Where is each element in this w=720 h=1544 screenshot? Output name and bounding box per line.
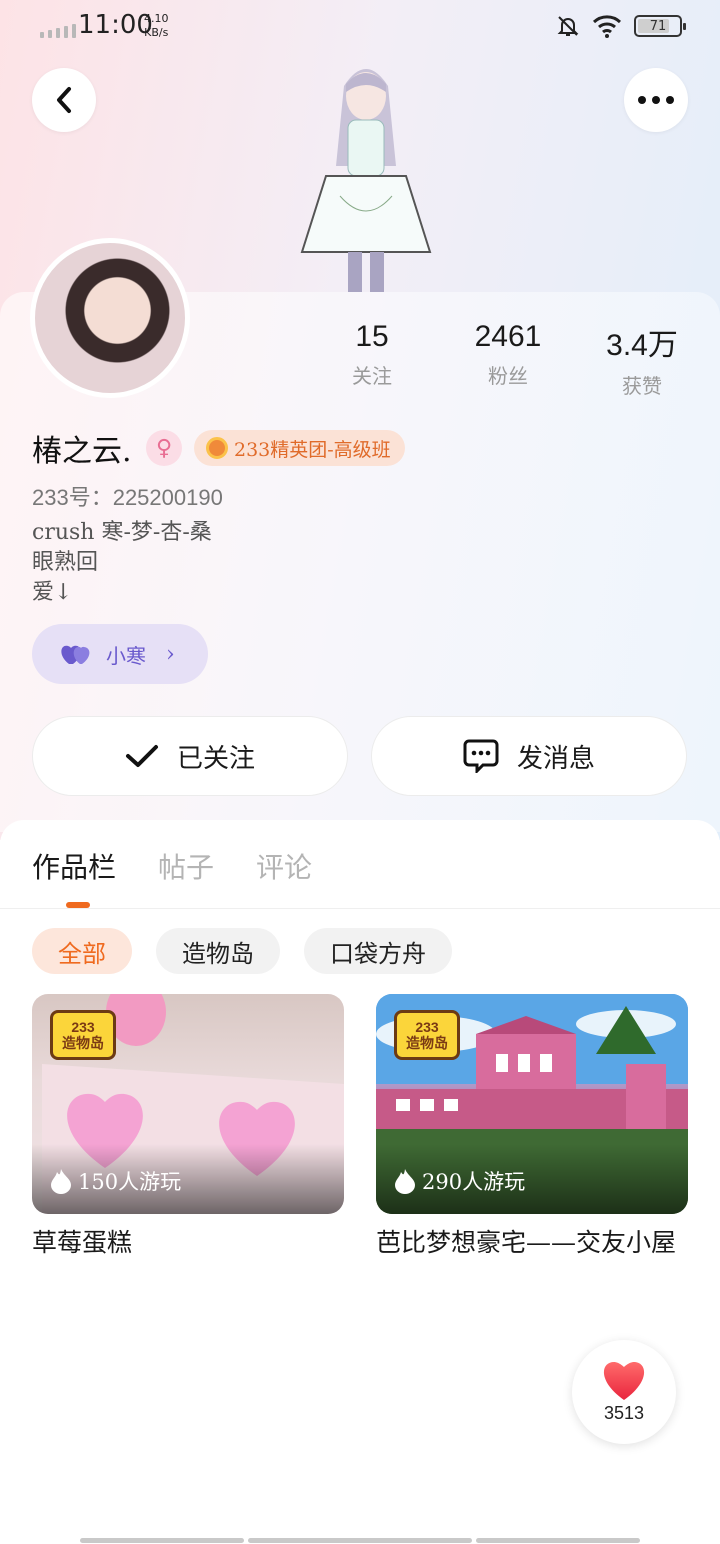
filter-creation-island[interactable]: 造物岛 — [156, 928, 280, 974]
work-title: 草莓蛋糕 — [32, 1228, 133, 1257]
cp-label: 小寒 — [106, 643, 146, 668]
home-indicator — [80, 1538, 244, 1543]
bio-line: crush 寒-梦-杏-桑 — [32, 520, 212, 545]
status-icons: 71 — [556, 14, 686, 38]
stat-likes-value: 3.4万 — [606, 329, 678, 362]
character-avatar[interactable] — [296, 56, 436, 296]
more-dots-icon — [635, 96, 677, 104]
bell-muted-icon — [557, 16, 579, 36]
creation-island-logo: 233 造物岛 — [50, 1010, 116, 1060]
avatar[interactable] — [30, 238, 190, 398]
stat-following[interactable]: 15 关注 — [312, 320, 432, 389]
flame-icon — [395, 1169, 415, 1194]
back-button[interactable] — [32, 68, 96, 132]
net-speed-value: 4.10 — [144, 12, 169, 25]
tab-comments[interactable]: 评论 — [256, 846, 312, 886]
play-count: 290人游玩 — [394, 1166, 525, 1196]
like-button[interactable]: 3513 — [572, 1340, 676, 1444]
chat-bubble-icon — [463, 739, 499, 773]
group-badge[interactable]: 233精英团-高级班 — [194, 430, 405, 466]
content-tabs: 作品栏 帖子 评论 — [32, 846, 312, 886]
net-speed: 4.10 KB/s — [144, 12, 169, 40]
chevron-left-icon — [57, 87, 71, 113]
logo-top: 233 — [71, 1019, 95, 1035]
like-count: 3513 — [603, 1402, 645, 1423]
user-id: 233号：225200190 — [32, 485, 223, 510]
bio-line: 爱↓ — [32, 580, 73, 605]
more-button[interactable] — [624, 68, 688, 132]
status-bar: 11:00 4.10 KB/s 71 — [0, 0, 720, 56]
wifi-icon — [592, 15, 622, 38]
stat-following-label: 关注 — [352, 364, 392, 388]
play-count-label: 150人游玩 — [78, 1170, 182, 1194]
message-button[interactable]: 发消息 — [371, 716, 687, 796]
stat-fans-value: 2461 — [474, 320, 542, 353]
heart-icon — [603, 1361, 645, 1400]
battery-icon: 71 — [634, 15, 686, 37]
chevron-right-icon: › — [166, 641, 175, 667]
creation-island-logo: 233 造物岛 — [394, 1010, 460, 1060]
filter-pocket-ark[interactable]: 口袋方舟 — [304, 928, 452, 974]
female-icon: ♀ — [146, 430, 182, 466]
filter-all[interactable]: 全部 — [32, 928, 132, 974]
follow-button-label: 已关注 — [176, 743, 255, 774]
logo-bottom: 造物岛 — [406, 1035, 448, 1051]
signal-icon — [40, 24, 76, 38]
flame-icon — [51, 1169, 71, 1194]
battery-level: 71 — [649, 18, 667, 34]
stat-fans-label: 粉丝 — [488, 364, 528, 388]
filter-chips: 全部 造物岛 口袋方舟 — [32, 928, 452, 974]
stat-fans[interactable]: 2461 粉丝 — [448, 320, 568, 389]
follow-button[interactable]: 已关注 — [32, 716, 348, 796]
logo-bottom: 造物岛 — [62, 1035, 104, 1051]
profile-name: 椿之云. — [32, 434, 132, 469]
net-speed-unit: KB/s — [144, 26, 169, 39]
tab-posts[interactable]: 帖子 — [158, 846, 214, 886]
work-card[interactable]: 233 造物岛 290人游玩 芭比梦想豪宅——交友小屋 — [376, 994, 688, 1260]
tab-works[interactable]: 作品栏 — [32, 846, 116, 886]
check-icon — [125, 745, 158, 767]
home-indicator — [476, 1538, 640, 1543]
work-card[interactable]: 233 造物岛 150人游玩 草莓蛋糕 — [32, 994, 344, 1260]
work-thumbnail: 233 造物岛 290人游玩 — [376, 994, 688, 1214]
home-indicator — [248, 1538, 472, 1543]
medal-icon — [206, 437, 228, 459]
stat-following-value: 15 — [355, 320, 389, 353]
logo-top: 233 — [415, 1019, 439, 1035]
stat-likes[interactable]: 3.4万 获赞 — [582, 320, 702, 399]
double-heart-icon — [61, 645, 90, 664]
divider — [0, 908, 720, 909]
work-title: 芭比梦想豪宅——交友小屋 — [376, 1228, 677, 1257]
cp-relation-button[interactable]: 小寒 › — [32, 624, 208, 684]
work-thumbnail: 233 造物岛 150人游玩 — [32, 994, 344, 1214]
play-count-label: 290人游玩 — [422, 1170, 526, 1194]
play-count: 150人游玩 — [50, 1166, 181, 1196]
message-button-label: 发消息 — [516, 743, 595, 774]
stat-likes-label: 获赞 — [622, 374, 662, 398]
bio-line: 眼熟回 — [32, 550, 99, 575]
status-time: 11:00 — [78, 10, 153, 40]
profile-bio: crush 寒-梦-杏-桑 眼熟回 爱↓ — [32, 518, 212, 608]
group-badge-label: 233精英团-高级班 — [234, 438, 391, 461]
